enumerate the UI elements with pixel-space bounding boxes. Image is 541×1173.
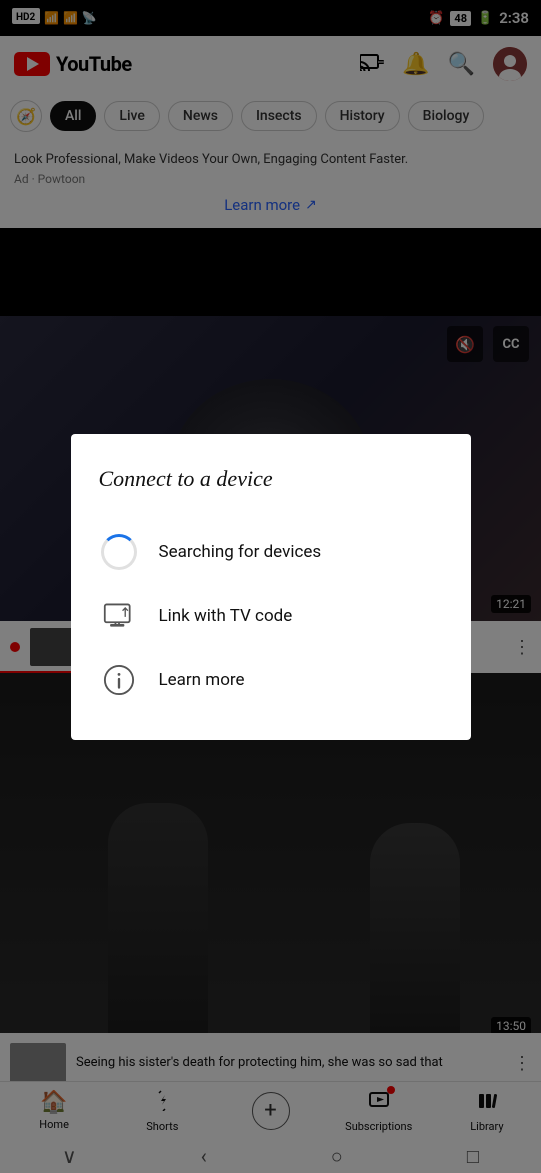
modal-overlay[interactable]: Connect to a device Searching for device… [0, 0, 541, 1173]
connect-device-modal: Connect to a device Searching for device… [71, 434, 471, 740]
info-icon [99, 660, 139, 700]
tv-icon [99, 596, 139, 636]
tv-code-label: Link with TV code [159, 606, 293, 626]
modal-item-searching[interactable]: Searching for devices [99, 520, 443, 584]
modal-item-learn-more[interactable]: Learn more [99, 648, 443, 712]
learn-more-label: Learn more [159, 670, 245, 690]
spinner-icon [99, 532, 139, 572]
modal-title: Connect to a device [99, 466, 443, 492]
searching-label: Searching for devices [159, 542, 322, 562]
modal-item-tv-code[interactable]: Link with TV code [99, 584, 443, 648]
